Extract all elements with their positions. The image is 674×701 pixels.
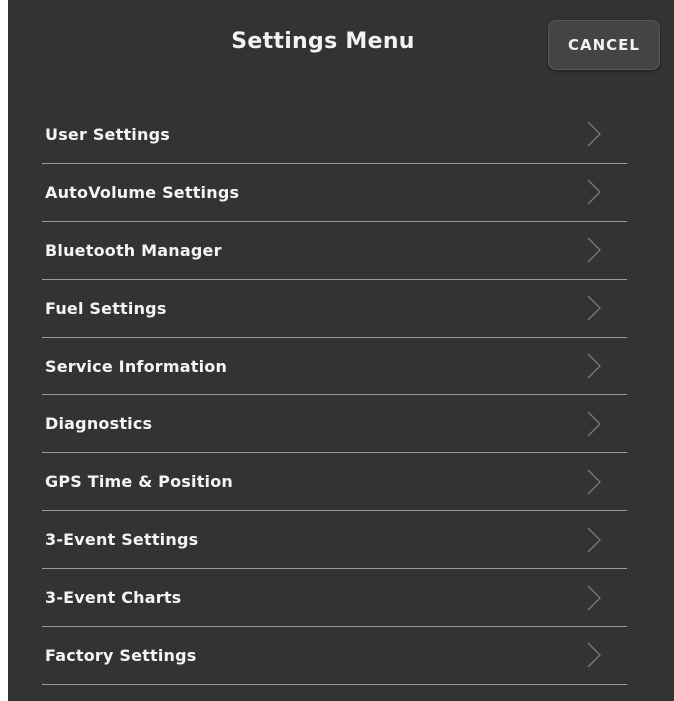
menu-item-3-event-charts[interactable]: 3-Event Charts: [42, 569, 627, 628]
settings-menu-list: User Settings AutoVolume Settings Blueto…: [42, 106, 627, 685]
cancel-button[interactable]: CANCEL: [548, 20, 660, 70]
menu-item-gps-time-position[interactable]: GPS Time & Position: [42, 453, 627, 512]
chevron-right-icon: [587, 295, 601, 321]
menu-item-label: Service Information: [45, 356, 228, 376]
chevron-right-icon: [587, 469, 601, 495]
menu-item-3-event-settings[interactable]: 3-Event Settings: [42, 511, 627, 570]
menu-item-fuel-settings[interactable]: Fuel Settings: [42, 280, 627, 338]
menu-item-label: Factory Settings: [45, 645, 197, 665]
menu-item-diagnostics[interactable]: Diagnostics: [42, 395, 627, 454]
settings-screen: Settings Menu CANCEL User Settings AutoV…: [8, 0, 674, 701]
menu-item-label: 3-Event Charts: [45, 588, 182, 608]
header-bar: Settings Menu CANCEL: [8, 0, 674, 92]
menu-item-bluetooth-manager[interactable]: Bluetooth Manager: [42, 222, 627, 280]
menu-item-label: GPS Time & Position: [45, 472, 234, 492]
chevron-right-icon: [587, 585, 601, 611]
page-title: Settings Menu: [231, 29, 415, 54]
menu-item-label: Bluetooth Manager: [45, 240, 222, 260]
chevron-right-icon: [587, 179, 601, 205]
chevron-right-icon: [587, 411, 601, 437]
menu-item-user-settings[interactable]: User Settings: [42, 106, 627, 164]
menu-item-label: Fuel Settings: [45, 298, 167, 318]
menu-item-label: User Settings: [45, 124, 170, 144]
chevron-right-icon: [587, 353, 601, 379]
menu-item-factory-settings[interactable]: Factory Settings: [42, 627, 627, 685]
menu-item-label: AutoVolume Settings: [45, 182, 240, 202]
menu-item-autovolume-settings[interactable]: AutoVolume Settings: [42, 164, 627, 222]
menu-item-label: Diagnostics: [45, 414, 153, 434]
chevron-right-icon: [587, 237, 601, 263]
menu-item-label: 3-Event Settings: [45, 530, 199, 550]
chevron-right-icon: [587, 121, 601, 147]
menu-item-service-information[interactable]: Service Information: [42, 338, 627, 396]
chevron-right-icon: [587, 527, 601, 553]
chevron-right-icon: [587, 642, 601, 668]
